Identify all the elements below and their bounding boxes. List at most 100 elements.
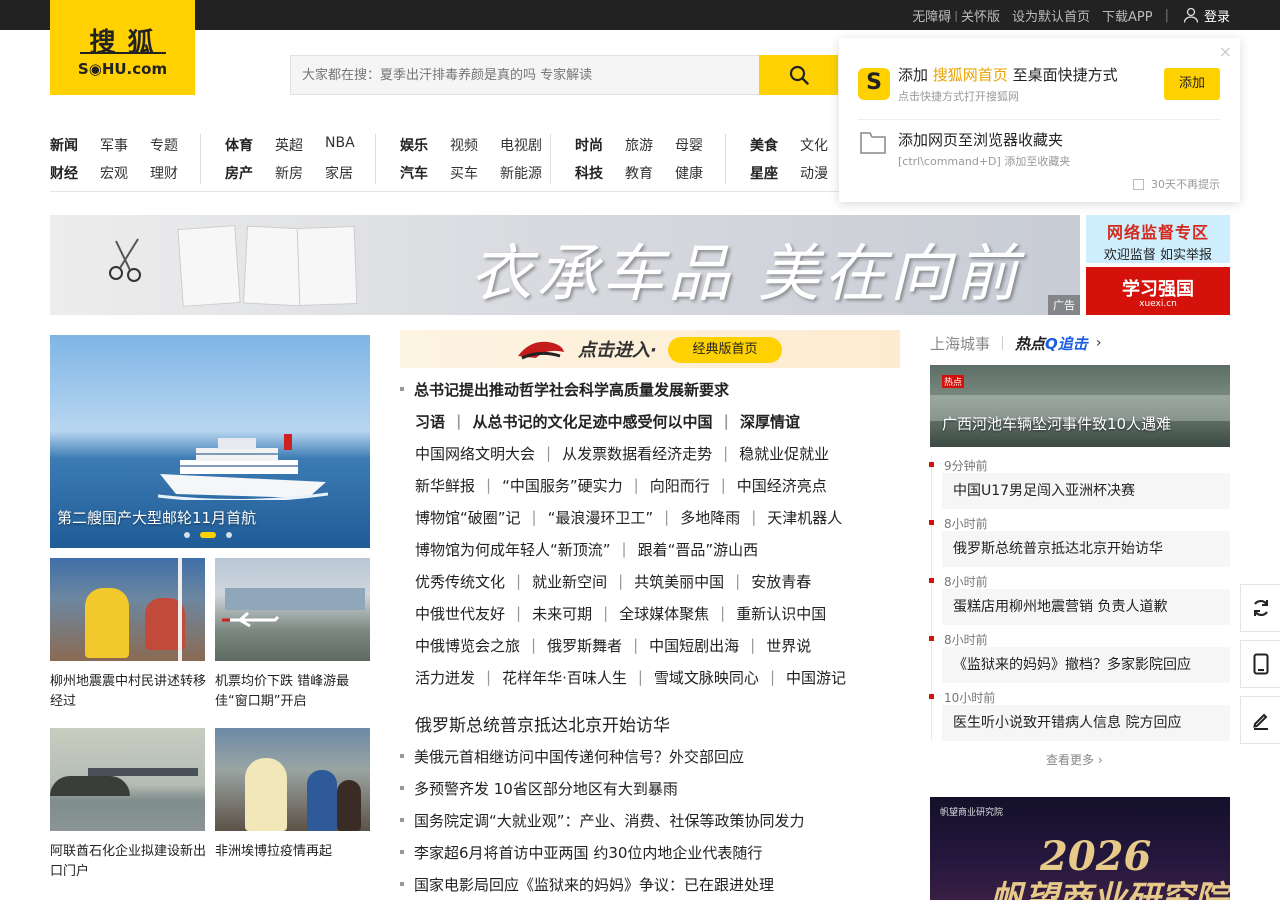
topic-link[interactable]: 从总书记的文化足迹中感受何以中国	[473, 411, 713, 432]
news-thumb-caption[interactable]: 机票均价下跌 错峰游最佳“窗口期”开启	[215, 672, 375, 712]
nav-link[interactable]: 买车	[450, 163, 478, 183]
nav-link[interactable]: 财经	[50, 163, 78, 183]
news-thumb-image[interactable]	[50, 728, 205, 831]
view-more-link[interactable]: 查看更多 ›	[1046, 751, 1103, 768]
login-button[interactable]: 登录	[1183, 6, 1230, 25]
classic-homepage-banner[interactable]: 点击进入· 经典版首页	[400, 330, 900, 368]
nav-link[interactable]: 时尚	[575, 135, 603, 155]
close-icon[interactable]: ×	[1219, 42, 1232, 61]
elderly-mode-link[interactable]: 关怀版	[961, 6, 1000, 25]
topic-link[interactable]: 中国短剧出海	[649, 635, 739, 656]
topic-link[interactable]: 向阳而行	[650, 475, 710, 496]
ad-banner[interactable]: 衣承车品 美在向前 广告	[50, 215, 1080, 315]
download-app-link[interactable]: 下载APP	[1102, 6, 1153, 25]
topic-link[interactable]: 新华鲜报	[415, 475, 475, 496]
news-thumb-image[interactable]	[215, 558, 370, 661]
carousel-dot[interactable]	[226, 532, 232, 538]
nav-link[interactable]: 健康	[675, 163, 703, 183]
add-shortcut-button[interactable]: 添加	[1164, 68, 1220, 100]
hero-carousel[interactable]: 第二艘国产大型邮轮11月首航	[50, 335, 370, 548]
topic-link[interactable]: 中国网络文明大会	[415, 443, 535, 464]
topic-link[interactable]: 中国经济亮点	[737, 475, 827, 496]
dont-show-checkbox[interactable]: 30天不再提示	[1133, 176, 1220, 192]
news-link[interactable]: 多预警齐发 10省区部分地区有大到暴雨	[414, 778, 678, 799]
nav-link[interactable]: 电视剧	[500, 135, 542, 155]
nav-link[interactable]: 星座	[750, 163, 778, 183]
news-thumb-caption[interactable]: 柳州地震震中村民讲述转移经过	[50, 672, 210, 712]
timeline-news-link[interactable]: 中国U17男足闯入亚洲杯决赛	[942, 473, 1230, 509]
topic-link[interactable]: 重新认识中国	[736, 603, 826, 624]
topic-link[interactable]: 优秀传统文化	[415, 571, 505, 592]
topic-link[interactable]: 中俄世代友好	[415, 603, 505, 624]
topic-link[interactable]: 共筑美丽中国	[634, 571, 724, 592]
lead-news-link[interactable]: 俄罗斯总统普京抵达北京开始访华	[415, 711, 670, 736]
topic-link[interactable]: “最浪漫环卫工”	[548, 507, 654, 528]
hot-tracking-tab[interactable]: 热点Q追击	[1015, 333, 1088, 354]
research-institute-ad[interactable]: 帆望商业研究院 2026 帆望商业研究院	[930, 797, 1230, 900]
nav-link[interactable]: 新闻	[50, 135, 78, 155]
carousel-dot-active[interactable]	[200, 532, 216, 538]
mobile-version-button[interactable]	[1240, 640, 1280, 688]
nav-link[interactable]: 教育	[625, 163, 653, 183]
topic-link[interactable]: 天津机器人	[767, 507, 842, 528]
city-tab[interactable]: 上海城事	[930, 333, 990, 354]
topic-link[interactable]: 雪域文脉映同心	[654, 667, 759, 688]
supervision-ad[interactable]: 网络监督专区 欢迎监督 如实举报	[1086, 215, 1230, 263]
feedback-button[interactable]	[1240, 696, 1280, 744]
topic-link[interactable]: 博物馆为何成年轻人“新顶流”	[415, 539, 611, 560]
set-homepage-link[interactable]: 设为默认首页	[1012, 6, 1090, 25]
nav-link[interactable]: 娱乐	[400, 135, 428, 155]
nav-link[interactable]: 军事	[100, 135, 128, 155]
topic-link[interactable]: “中国服务”硬实力	[502, 475, 623, 496]
news-thumb-caption[interactable]: 非洲埃博拉疫情再起	[215, 842, 375, 862]
search-button[interactable]	[759, 55, 838, 95]
nav-link[interactable]: 英超	[275, 135, 303, 155]
timeline-news-link[interactable]: 医生听小说致开错病人信息 院方回应	[942, 705, 1230, 741]
topic-link[interactable]: 中国游记	[786, 667, 846, 688]
topic-link[interactable]: 安放青春	[751, 571, 811, 592]
topic-link[interactable]: 活力迸发	[415, 667, 475, 688]
news-link[interactable]: 国务院定调“大就业观”：产业、消费、社保等政策协同发力	[414, 810, 805, 831]
topic-link[interactable]: 中俄博览会之旅	[415, 635, 520, 656]
topic-link[interactable]: 全球媒体聚焦	[619, 603, 709, 624]
topic-link[interactable]: 俄罗斯舞者	[547, 635, 622, 656]
topic-link[interactable]: 从发票数据看经济走势	[562, 443, 712, 464]
carousel-dot[interactable]	[184, 532, 190, 538]
refresh-button[interactable]	[1240, 584, 1280, 632]
topic-link[interactable]: 跟着“晋品”游山西	[638, 539, 759, 560]
news-thumb-image[interactable]	[50, 558, 205, 661]
topic-link[interactable]: 花样年华·百味人生	[502, 667, 627, 688]
topic-link[interactable]: 深厚情谊	[740, 411, 800, 432]
nav-link[interactable]: 母婴	[675, 135, 703, 155]
nav-link[interactable]: 体育	[225, 135, 253, 155]
timeline-news-link[interactable]: 俄罗斯总统普京抵达北京开始访华	[942, 531, 1230, 567]
nav-link[interactable]: 房产	[225, 163, 253, 183]
news-thumb-image[interactable]	[215, 728, 370, 831]
nav-link[interactable]: NBA	[325, 135, 355, 151]
nav-link[interactable]: 理财	[150, 163, 178, 183]
chevron-right-icon[interactable]: ›	[1096, 335, 1102, 351]
nav-link[interactable]: 旅游	[625, 135, 653, 155]
nav-link[interactable]: 家居	[325, 163, 353, 183]
nav-link[interactable]: 美食	[750, 135, 778, 155]
topic-link[interactable]: 习语	[415, 411, 445, 432]
headline-link[interactable]: 总书记提出推动哲学社会科学高质量发展新要求	[414, 379, 729, 400]
classic-homepage-button[interactable]: 经典版首页	[668, 337, 782, 363]
nav-link[interactable]: 科技	[575, 163, 603, 183]
nav-link[interactable]: 新能源	[500, 163, 542, 183]
nav-link[interactable]: 动漫	[800, 163, 828, 183]
nav-link[interactable]: 宏观	[100, 163, 128, 183]
nav-link[interactable]: 视频	[450, 135, 478, 155]
topic-link[interactable]: 就业新空间	[532, 571, 607, 592]
accessibility-link[interactable]: 无障碍	[912, 6, 951, 25]
timeline-news-link[interactable]: 蛋糕店用柳州地震营销 负责人道歉	[942, 589, 1230, 625]
topic-link[interactable]: 博物馆“破圈”记	[415, 507, 521, 528]
nav-link[interactable]: 专题	[150, 135, 178, 155]
hot-news-hero[interactable]: 热点 广西河池车辆坠河事件致10人遇难	[930, 365, 1230, 447]
topic-link[interactable]: 多地降雨	[680, 507, 740, 528]
nav-link[interactable]: 新房	[275, 163, 303, 183]
news-link[interactable]: 李家超6月将首访中亚两国 约30位内地企业代表随行	[414, 842, 762, 863]
news-thumb-caption[interactable]: 阿联酋石化企业拟建设新出口门户	[50, 842, 210, 882]
search-input[interactable]	[290, 55, 760, 95]
nav-link[interactable]: 汽车	[400, 163, 428, 183]
